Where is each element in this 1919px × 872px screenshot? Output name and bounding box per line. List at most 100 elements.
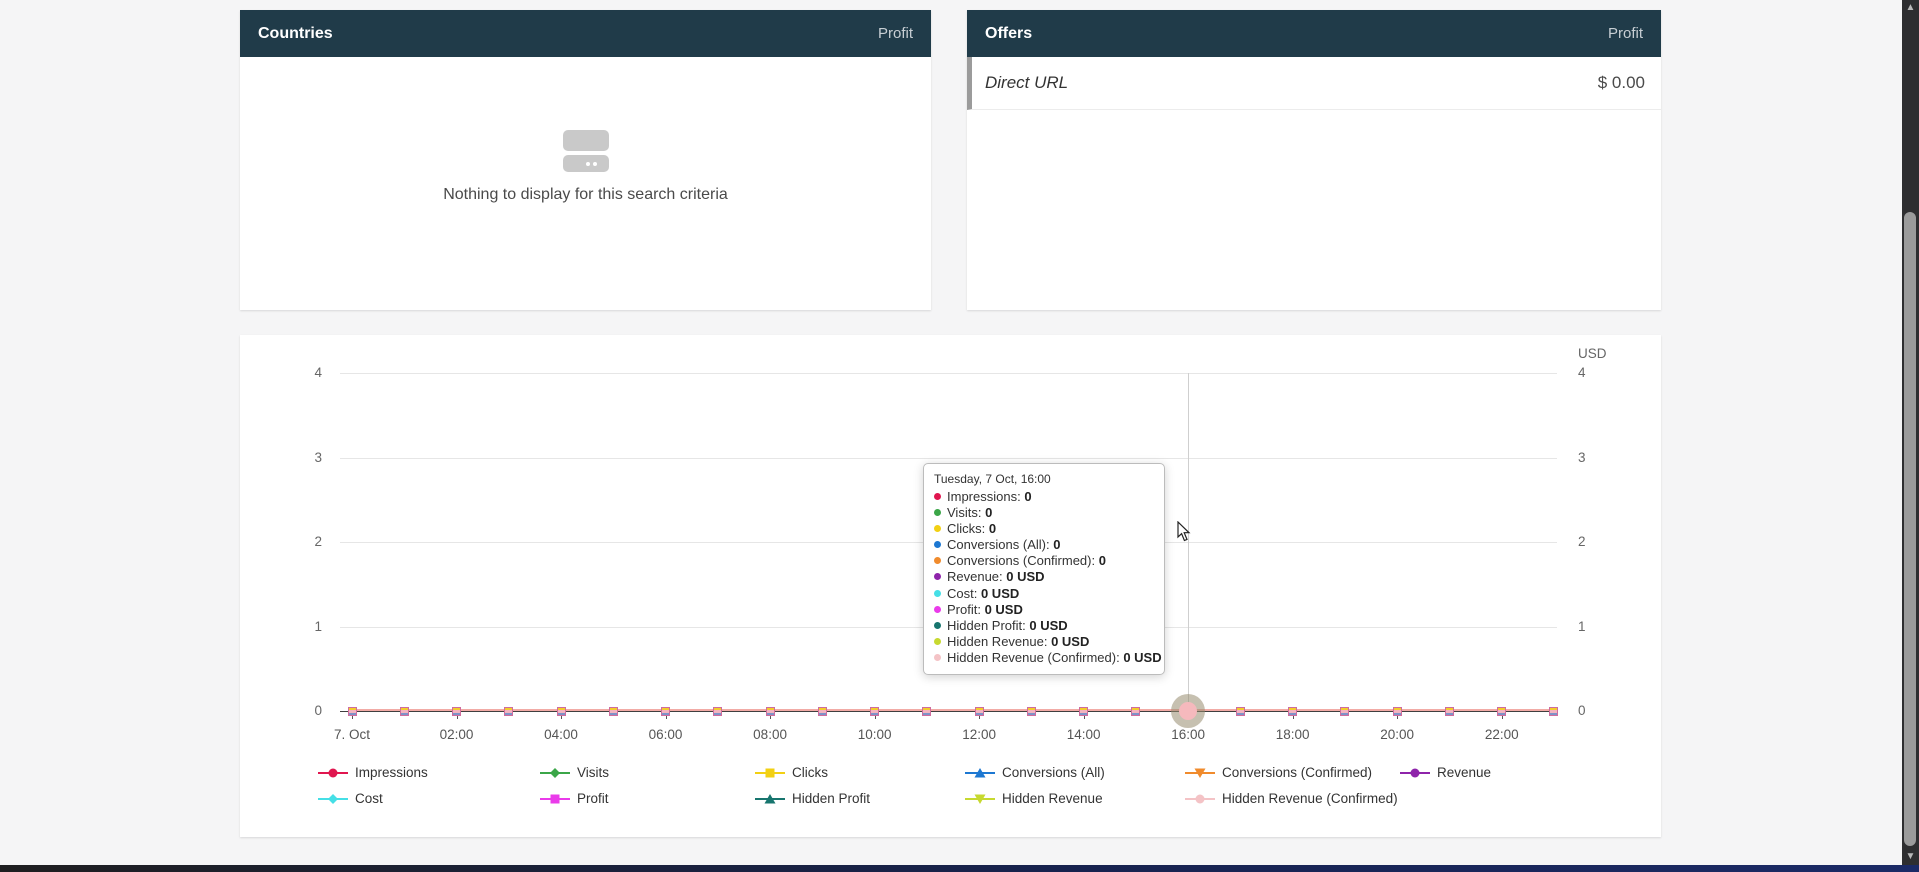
legend-item-conversions-confirmed[interactable]: Conversions (Confirmed) <box>1185 765 1372 780</box>
x-axis-tick-label: 10:00 <box>843 727 907 742</box>
tooltip-metric: Clicks: 0 <box>934 521 1154 537</box>
data-point-marker <box>1445 707 1454 716</box>
data-point-marker <box>766 707 775 716</box>
chart-unit-label: USD <box>1578 346 1607 361</box>
offers-panel: Offers Profit Direct URL $ 0.00 <box>967 10 1661 310</box>
legend-item-label: Hidden Profit <box>792 791 870 806</box>
countries-metric-header: Profit <box>878 25 913 42</box>
countries-empty-message: Nothing to display for this search crite… <box>240 186 931 204</box>
legend-item-label: Revenue <box>1437 765 1491 780</box>
offer-row-label: Direct URL <box>985 73 1068 93</box>
scrollbar-down-icon[interactable]: ▼ <box>1902 850 1919 864</box>
offer-row[interactable]: Direct URL $ 0.00 <box>967 57 1661 110</box>
scrollbar-up-icon[interactable]: ▲ <box>1902 1 1919 15</box>
legend-item-clicks[interactable]: Clicks <box>755 765 828 780</box>
tooltip-metric: Visits: 0 <box>934 505 1154 521</box>
data-point-marker <box>1131 707 1140 716</box>
empty-data-icon <box>563 130 609 172</box>
legend-item-hidden-revenue-confirmed[interactable]: Hidden Revenue (Confirmed) <box>1185 791 1398 806</box>
x-axis-tick-label: 06:00 <box>634 727 698 742</box>
data-point-marker <box>1497 707 1506 716</box>
legend-marker-icon <box>318 767 348 779</box>
tooltip-series-dot <box>934 557 941 564</box>
tooltip-metric: Hidden Revenue: 0 USD <box>934 634 1154 650</box>
legend-item-label: Conversions (Confirmed) <box>1222 765 1372 780</box>
x-axis-tick-label: 02:00 <box>425 727 489 742</box>
data-point-marker <box>1079 707 1088 716</box>
bottom-status-bar <box>0 865 1919 872</box>
x-axis-line <box>340 711 1557 712</box>
data-point-marker <box>348 707 357 716</box>
legend-item-profit[interactable]: Profit <box>540 791 609 806</box>
hovered-data-point <box>1171 694 1205 728</box>
mouse-cursor-icon <box>1177 521 1191 542</box>
x-axis-tick-label: 04:00 <box>529 727 593 742</box>
legend-marker-icon <box>755 767 785 779</box>
legend-item-impressions[interactable]: Impressions <box>318 765 428 780</box>
legend-marker-icon <box>755 793 785 805</box>
data-point-marker <box>1027 707 1036 716</box>
tooltip-series-dot <box>934 606 941 613</box>
data-point-marker <box>504 707 513 716</box>
data-point-marker <box>975 707 984 716</box>
legend-marker-icon <box>318 793 348 805</box>
y-axis-tick-label-right: 2 <box>1578 534 1622 549</box>
data-point-marker <box>870 707 879 716</box>
chart-crosshair-line <box>1188 373 1189 712</box>
legend-marker-icon <box>540 793 570 805</box>
tooltip-series-dot <box>934 622 941 629</box>
chart-tooltip-items: Impressions: 0Visits: 0Clicks: 0Conversi… <box>934 489 1154 666</box>
data-point-marker <box>1288 707 1297 716</box>
data-point-marker <box>400 707 409 716</box>
legend-item-revenue[interactable]: Revenue <box>1400 765 1491 780</box>
legend-item-label: Cost <box>355 791 383 806</box>
y-axis-tick-label-left: 2 <box>278 534 322 549</box>
data-point-marker <box>452 707 461 716</box>
x-axis-tick-label: 7. Oct <box>320 727 384 742</box>
y-axis-tick-label-left: 0 <box>278 703 322 718</box>
x-axis-tick-label: 20:00 <box>1365 727 1429 742</box>
scrollbar-thumb[interactable] <box>1904 212 1916 846</box>
hovered-data-point-marker <box>1179 702 1197 720</box>
tooltip-series-dot <box>934 509 941 516</box>
legend-marker-icon <box>1185 793 1215 805</box>
legend-item-conversions-all[interactable]: Conversions (All) <box>965 765 1105 780</box>
offers-row-list: Direct URL $ 0.00 <box>967 57 1661 110</box>
legend-item-visits[interactable]: Visits <box>540 765 609 780</box>
offers-panel-header: Offers Profit <box>967 10 1661 57</box>
y-axis-tick-label-left: 4 <box>278 365 322 380</box>
legend-item-hidden-revenue[interactable]: Hidden Revenue <box>965 791 1103 806</box>
data-point-marker <box>557 707 566 716</box>
chart-tooltip-title: Tuesday, 7 Oct, 16:00 <box>934 472 1154 486</box>
offer-row-value: $ 0.00 <box>1598 73 1645 93</box>
legend-marker-icon <box>1185 767 1215 779</box>
legend-item-hidden-profit[interactable]: Hidden Profit <box>755 791 870 806</box>
y-axis-tick-label-left: 3 <box>278 450 322 465</box>
tooltip-metric: Hidden Revenue (Confirmed): 0 USD <box>934 650 1154 666</box>
tooltip-series-dot <box>934 654 941 661</box>
tooltip-metric: Hidden Profit: 0 USD <box>934 618 1154 634</box>
series-line-all-zero <box>348 709 1558 711</box>
chart-panel: USD 00112233447. Oct02:0004:0006:0008:00… <box>240 335 1661 837</box>
vertical-scrollbar[interactable]: ▲ ▼ <box>1902 0 1919 872</box>
legend-item-label: Profit <box>577 791 609 806</box>
x-axis-tick-label: 18:00 <box>1261 727 1325 742</box>
data-point-marker <box>818 707 827 716</box>
legend-item-label: Conversions (All) <box>1002 765 1105 780</box>
tooltip-series-dot <box>934 590 941 597</box>
legend-marker-icon <box>540 767 570 779</box>
x-axis-tick-label: 16:00 <box>1156 727 1220 742</box>
x-axis-tick-label: 08:00 <box>738 727 802 742</box>
x-axis-tick-label: 22:00 <box>1470 727 1534 742</box>
data-point-marker <box>1340 707 1349 716</box>
x-axis-tick-label: 12:00 <box>947 727 1011 742</box>
legend-item-cost[interactable]: Cost <box>318 791 383 806</box>
tooltip-series-dot <box>934 573 941 580</box>
data-point-marker <box>713 707 722 716</box>
data-point-marker <box>1236 707 1245 716</box>
legend-item-label: Clicks <box>792 765 828 780</box>
offers-panel-title: Offers <box>985 25 1032 43</box>
countries-panel: Countries Profit Nothing to display for … <box>240 10 931 310</box>
tooltip-metric: Profit: 0 USD <box>934 602 1154 618</box>
tooltip-metric: Cost: 0 USD <box>934 586 1154 602</box>
